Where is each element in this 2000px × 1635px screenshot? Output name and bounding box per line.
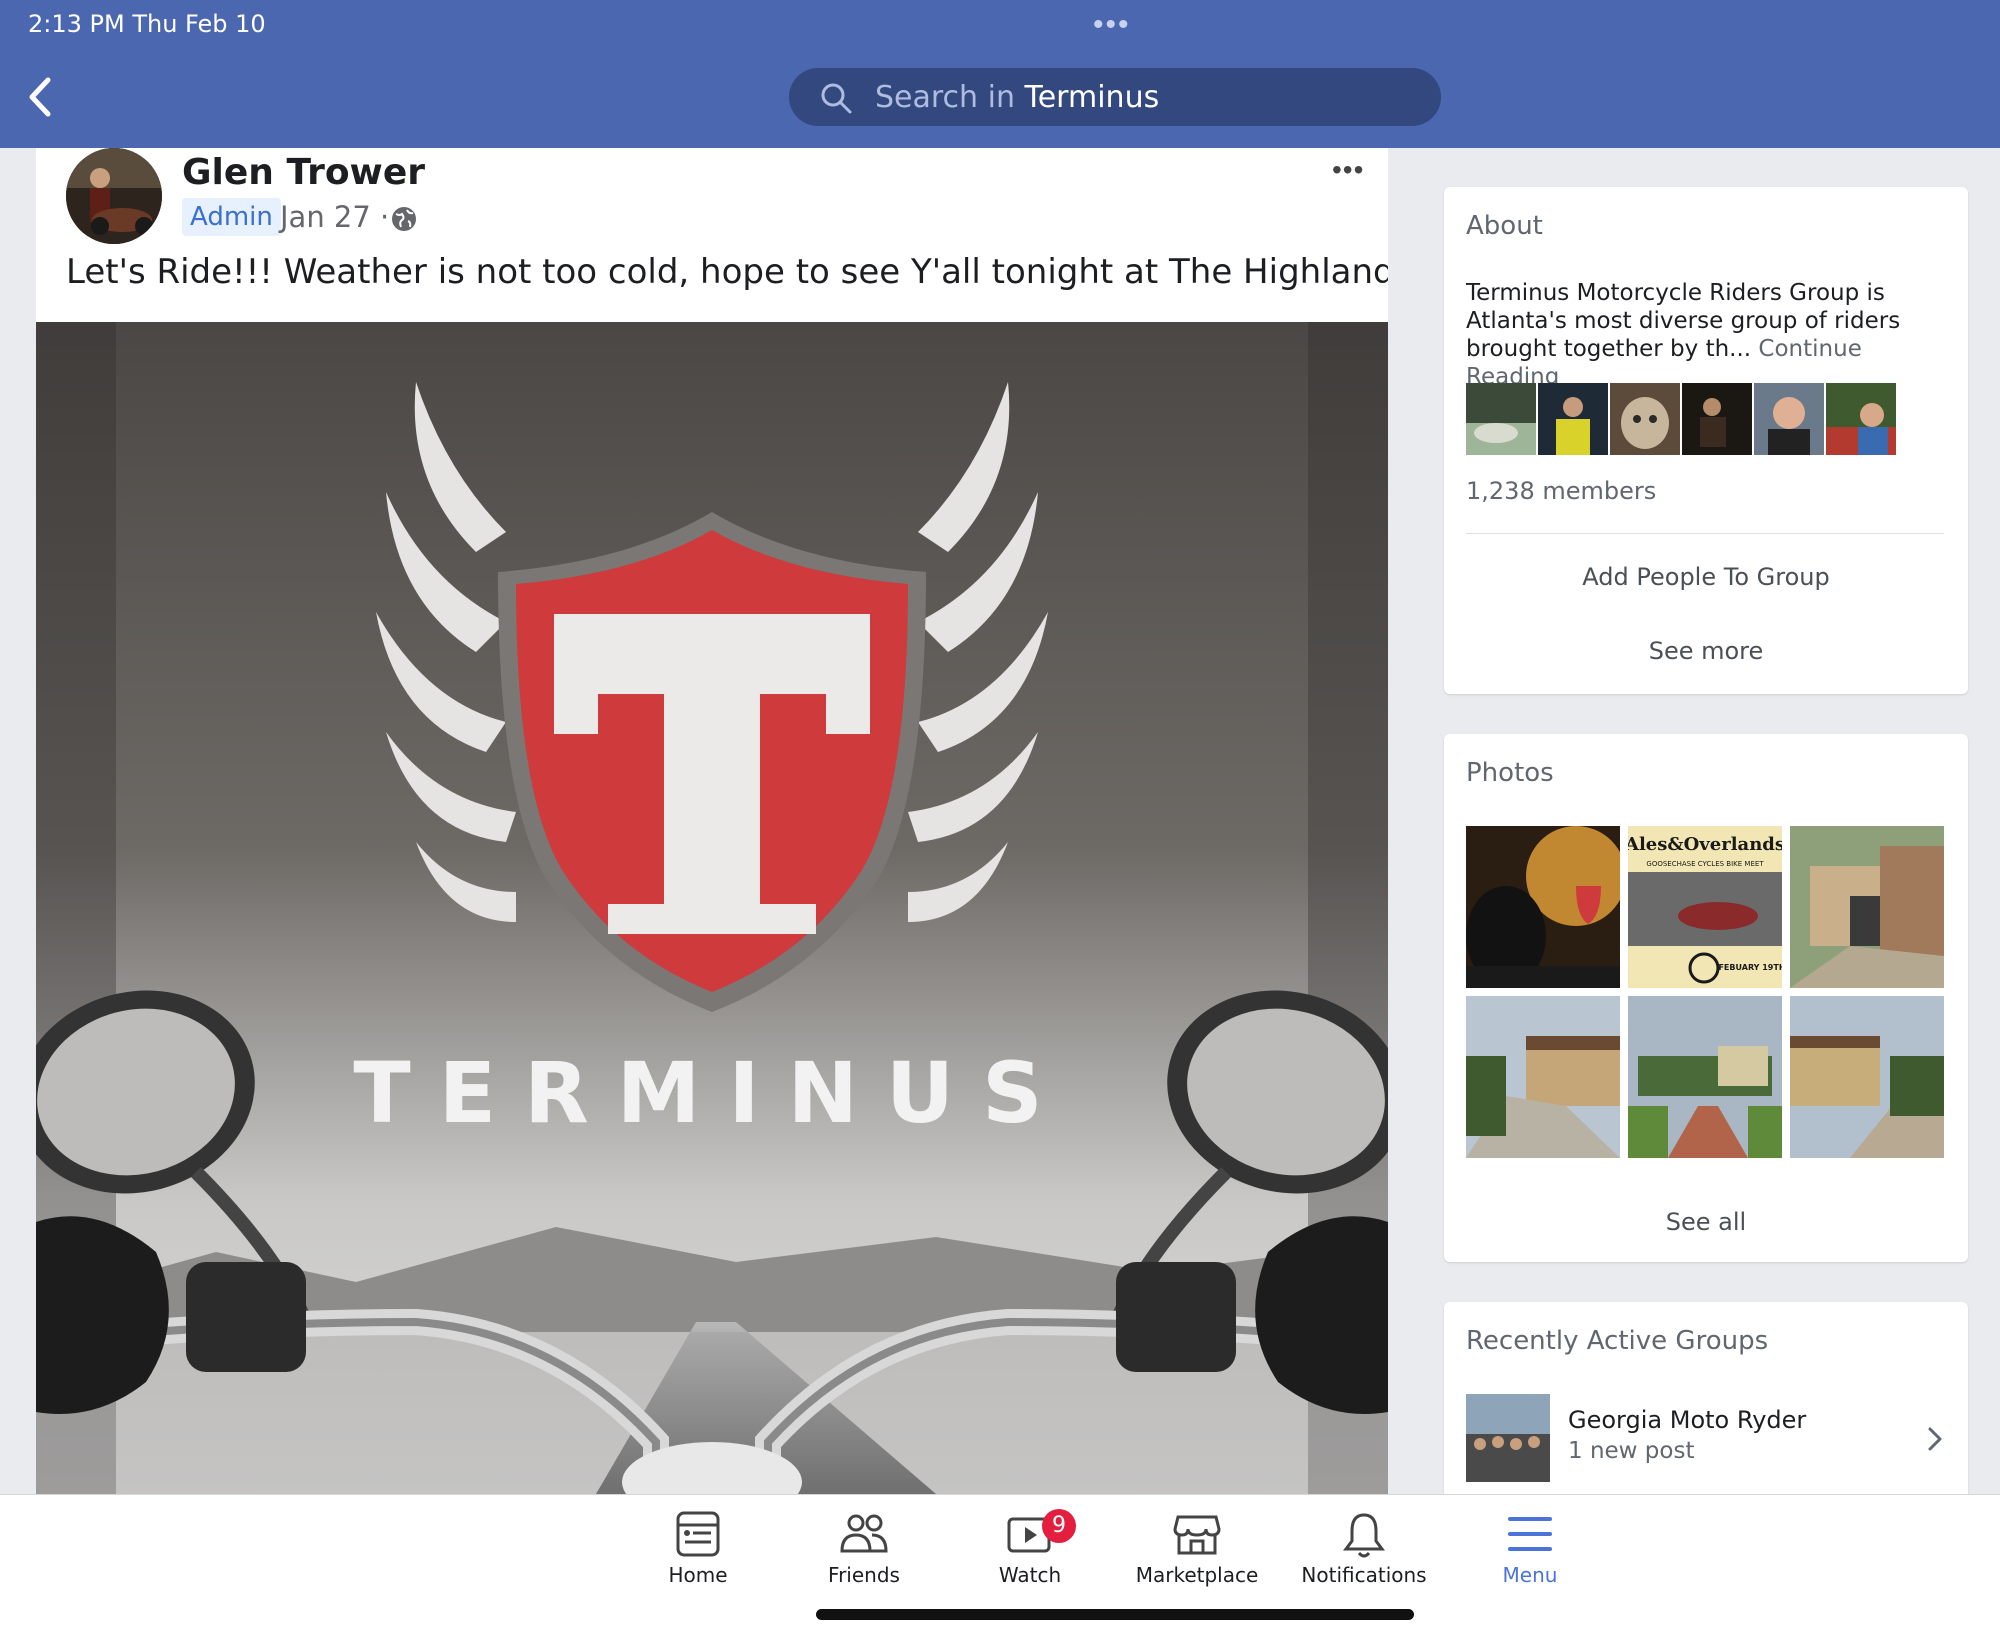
member-avatar[interactable] — [1826, 383, 1896, 455]
photos-card: Photos Ales&Overlands GOOSECHASE CYCLES … — [1444, 734, 1968, 1262]
search-placeholder: Search in Terminus — [875, 80, 1160, 115]
photo-thumbnail[interactable] — [1628, 996, 1782, 1158]
members-count[interactable]: 1,238 members — [1466, 477, 1656, 505]
friends-icon — [840, 1514, 888, 1553]
chevron-right-icon[interactable] — [1926, 1424, 1944, 1454]
recent-groups-title: Recently Active Groups — [1466, 1326, 1769, 1356]
author-avatar[interactable] — [66, 148, 162, 244]
home-feed-icon — [676, 1511, 720, 1557]
tab-menu[interactable]: Menu — [1450, 1509, 1610, 1609]
photo-thumbnail[interactable] — [1790, 826, 1944, 988]
svg-text:GOOSECHASE CYCLES BIKE MEET: GOOSECHASE CYCLES BIKE MEET — [1646, 860, 1764, 868]
post-card: Glen Trower Admin Jan 27 · ••• Let's Rid… — [36, 148, 1388, 1494]
group-thumbnail[interactable] — [1466, 1394, 1550, 1482]
search-icon — [821, 83, 852, 114]
tab-watch[interactable]: 9 Watch — [950, 1509, 1110, 1609]
post-image[interactable]: TERMINUS — [36, 322, 1388, 1494]
about-description: Terminus Motorcycle Riders Group is Atla… — [1466, 280, 1901, 390]
admin-badge: Admin — [182, 198, 281, 236]
member-avatar[interactable] — [1682, 383, 1752, 455]
see-all-photos-button[interactable]: See all — [1444, 1208, 1968, 1236]
post-options-icon[interactable]: ••• — [1332, 154, 1364, 186]
multitasking-dots-icon[interactable]: ••• — [1093, 8, 1131, 42]
watch-notification-badge: 9 — [1042, 1509, 1076, 1543]
member-avatars[interactable] — [1466, 383, 1896, 455]
about-title: About — [1466, 211, 1543, 241]
tab-marketplace[interactable]: Marketplace — [1117, 1509, 1277, 1609]
member-avatar[interactable] — [1754, 383, 1824, 455]
chevron-left-icon — [29, 77, 51, 117]
member-avatar[interactable] — [1610, 383, 1680, 455]
hamburger-menu-icon — [1508, 1517, 1552, 1551]
post-text: Let's Ride!!! Weather is not too cold, h… — [66, 252, 1388, 292]
marketplace-store-icon — [1173, 1515, 1221, 1555]
post-author-name[interactable]: Glen Trower — [182, 152, 425, 193]
globe-icon — [392, 207, 416, 231]
photo-thumbnail[interactable] — [1466, 996, 1620, 1158]
member-avatar[interactable] — [1466, 383, 1536, 455]
add-people-button[interactable]: Add People To Group — [1444, 563, 1968, 591]
tab-home[interactable]: Home — [618, 1509, 778, 1609]
post-date[interactable]: Jan 27 · — [280, 200, 389, 234]
image-caption-terminus: TERMINUS — [353, 1044, 1070, 1142]
bell-icon — [1343, 1513, 1385, 1558]
recently-active-groups-card: Recently Active Groups Georgia Moto Ryde… — [1444, 1302, 1968, 1502]
svg-text:FEBUARY 19TH: FEBUARY 19TH — [1718, 963, 1782, 972]
recent-group-name[interactable]: Georgia Moto Ryder — [1568, 1406, 1806, 1434]
back-button[interactable] — [22, 72, 62, 122]
tab-friends[interactable]: Friends — [784, 1509, 944, 1609]
tab-notifications[interactable]: Notifications — [1284, 1509, 1444, 1609]
photo-thumbnail[interactable] — [1790, 996, 1944, 1158]
top-navigation-bar: 2:13 PM Thu Feb 10 ••• Search in Terminu… — [0, 0, 2000, 148]
about-card: About Terminus Motorcycle Riders Group i… — [1444, 187, 1968, 694]
svg-text:Ales&Overlands: Ales&Overlands — [1628, 834, 1782, 855]
photo-thumbnail[interactable] — [1466, 826, 1620, 988]
group-search-input[interactable]: Search in Terminus — [789, 68, 1441, 126]
photos-title: Photos — [1466, 758, 1554, 788]
recent-group-new-posts: 1 new post — [1568, 1438, 1695, 1464]
status-bar-time: 2:13 PM Thu Feb 10 — [28, 10, 266, 38]
divider — [1466, 533, 1944, 534]
photo-grid: Ales&Overlands GOOSECHASE CYCLES BIKE ME… — [1466, 826, 1944, 1158]
home-indicator[interactable] — [816, 1609, 1414, 1620]
member-avatar[interactable] — [1538, 383, 1608, 455]
photo-thumbnail[interactable]: Ales&Overlands GOOSECHASE CYCLES BIKE ME… — [1628, 826, 1782, 988]
see-more-button[interactable]: See more — [1444, 637, 1968, 665]
